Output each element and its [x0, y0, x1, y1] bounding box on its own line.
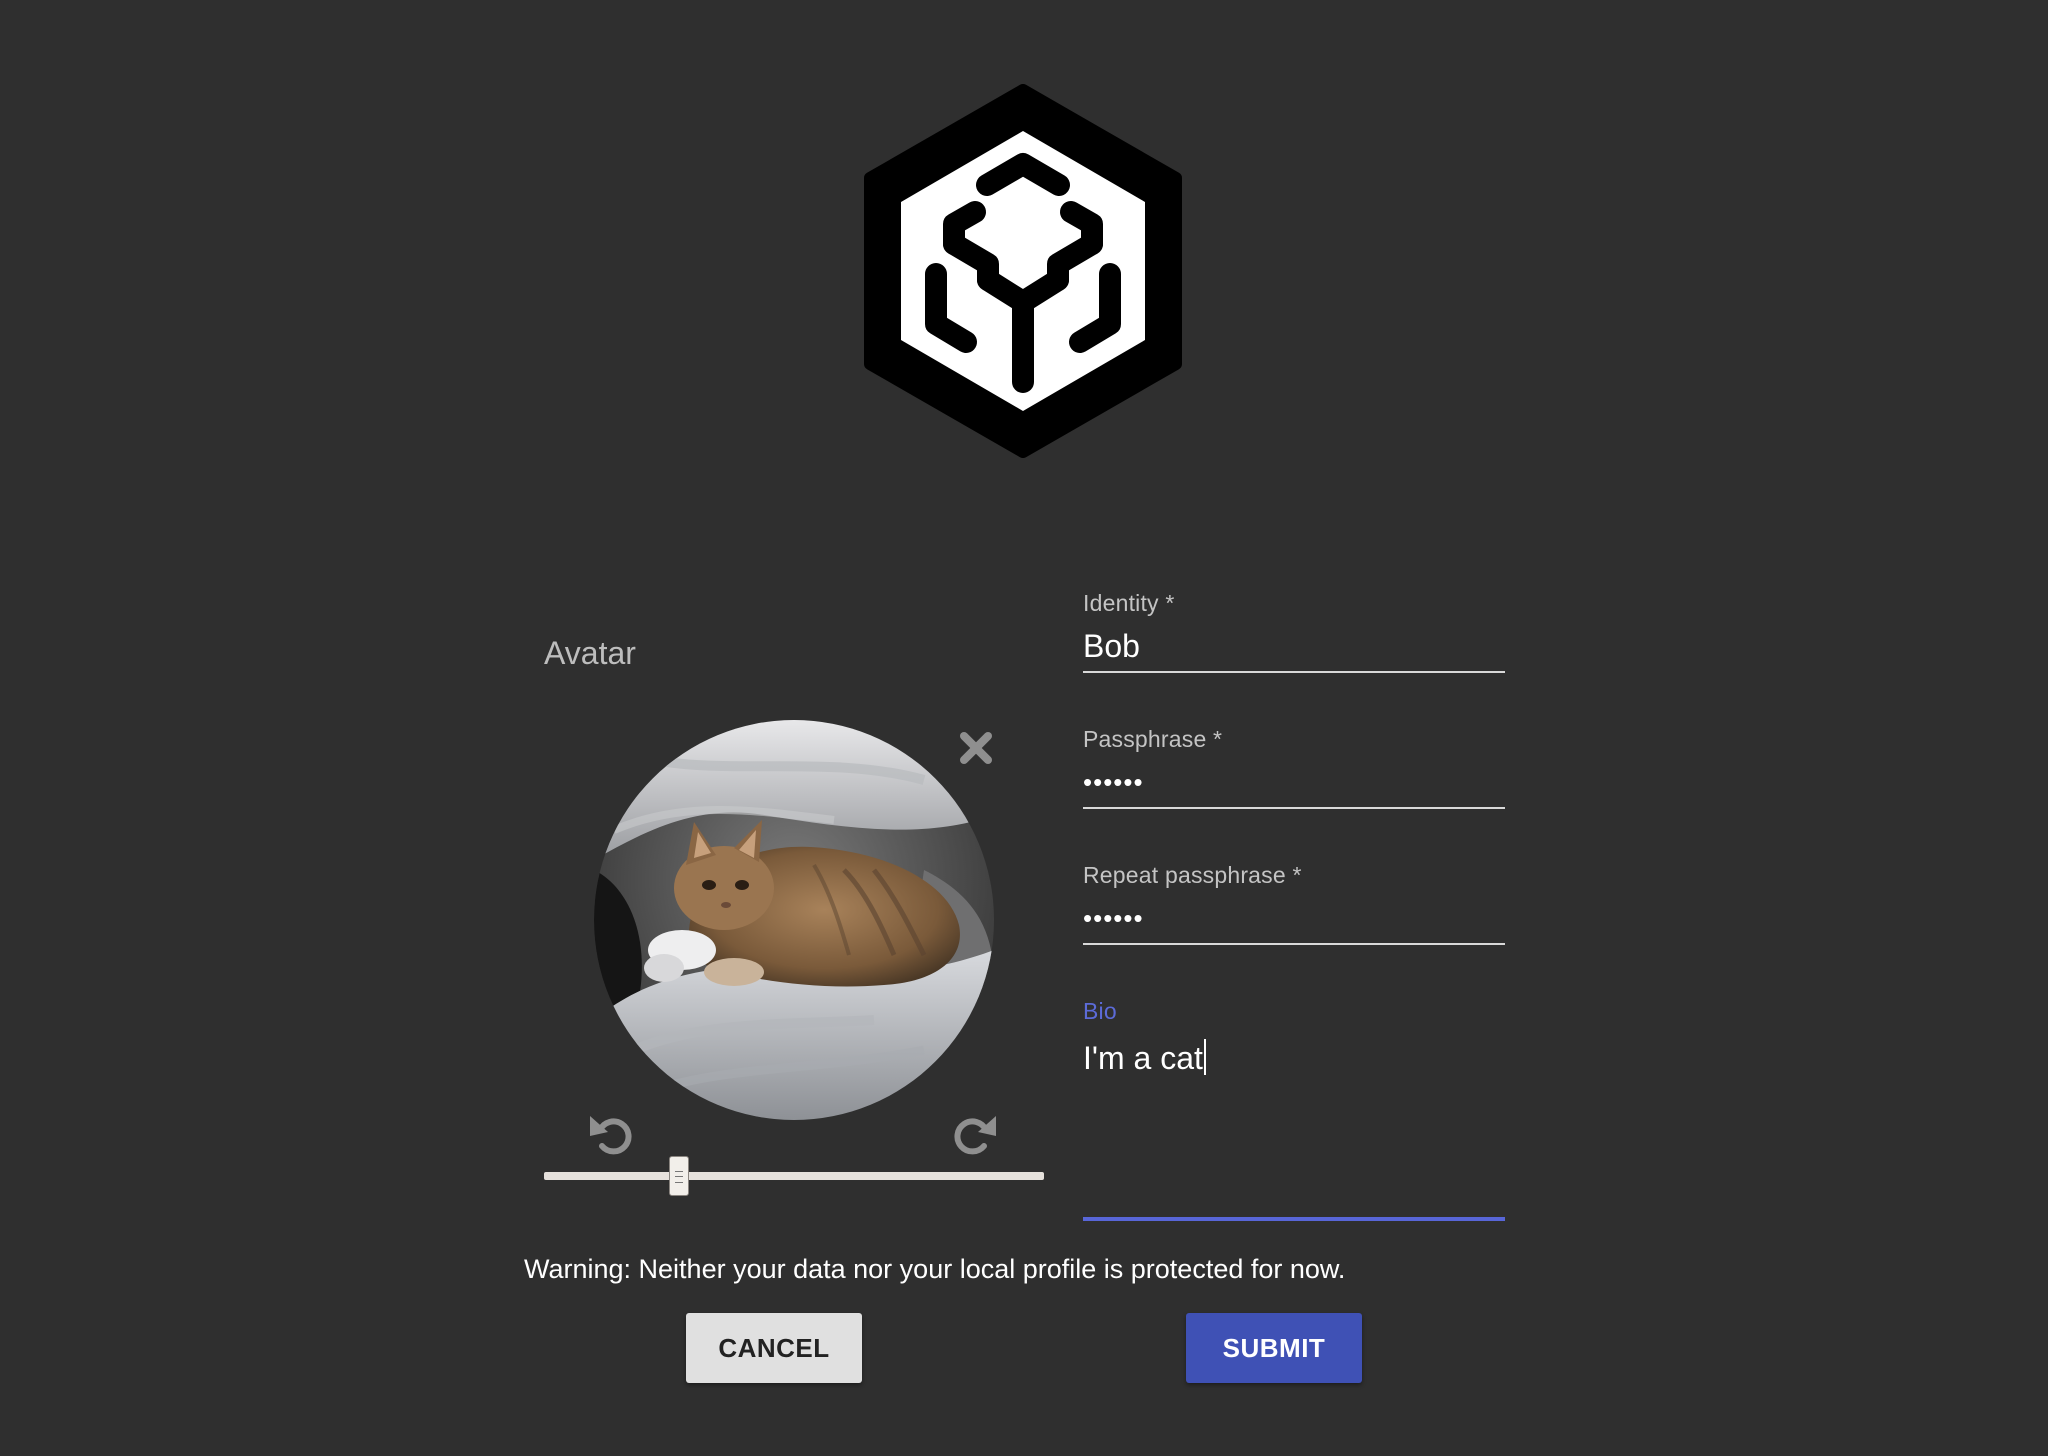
bio-textarea[interactable]: I'm a cat	[1083, 1039, 1505, 1221]
text-caret	[1203, 1039, 1206, 1075]
identity-input[interactable]	[1083, 621, 1505, 673]
rotate-left-icon[interactable]	[586, 1108, 638, 1160]
avatar-image[interactable]	[594, 720, 994, 1120]
repeat-passphrase-field: Repeat passphrase *	[1083, 862, 1505, 945]
cancel-button[interactable]: CANCEL	[686, 1313, 862, 1383]
submit-button[interactable]: SUBMIT	[1186, 1313, 1362, 1383]
hexagon-maze-logo	[864, 84, 1182, 458]
bio-field: Bio I'm a cat	[1083, 998, 1505, 1221]
zoom-slider-thumb[interactable]	[668, 1156, 689, 1196]
rotate-right-icon[interactable]	[948, 1108, 1000, 1160]
passphrase-field: Passphrase *	[1083, 726, 1505, 809]
bio-text: I'm a cat	[1083, 1040, 1203, 1076]
security-warning: Warning: Neither your data nor your loca…	[524, 1254, 1346, 1284]
zoom-slider-track[interactable]	[544, 1172, 1044, 1180]
bio-label: Bio	[1083, 998, 1117, 1024]
avatar-editor	[544, 700, 1044, 1200]
passphrase-label: Passphrase *	[1083, 726, 1223, 752]
passphrase-input[interactable]	[1083, 757, 1505, 809]
identity-field: Identity *	[1083, 590, 1505, 673]
identity-label: Identity *	[1083, 590, 1175, 616]
profile-creation-page: Avatar Identity * Bob Passphrase * •••••…	[0, 0, 2048, 1456]
repeat-passphrase-input[interactable]	[1083, 893, 1505, 945]
cat-photo	[594, 720, 994, 1120]
avatar-label: Avatar	[544, 635, 636, 671]
close-icon[interactable]	[956, 728, 996, 768]
repeat-passphrase-label: Repeat passphrase *	[1083, 862, 1302, 888]
